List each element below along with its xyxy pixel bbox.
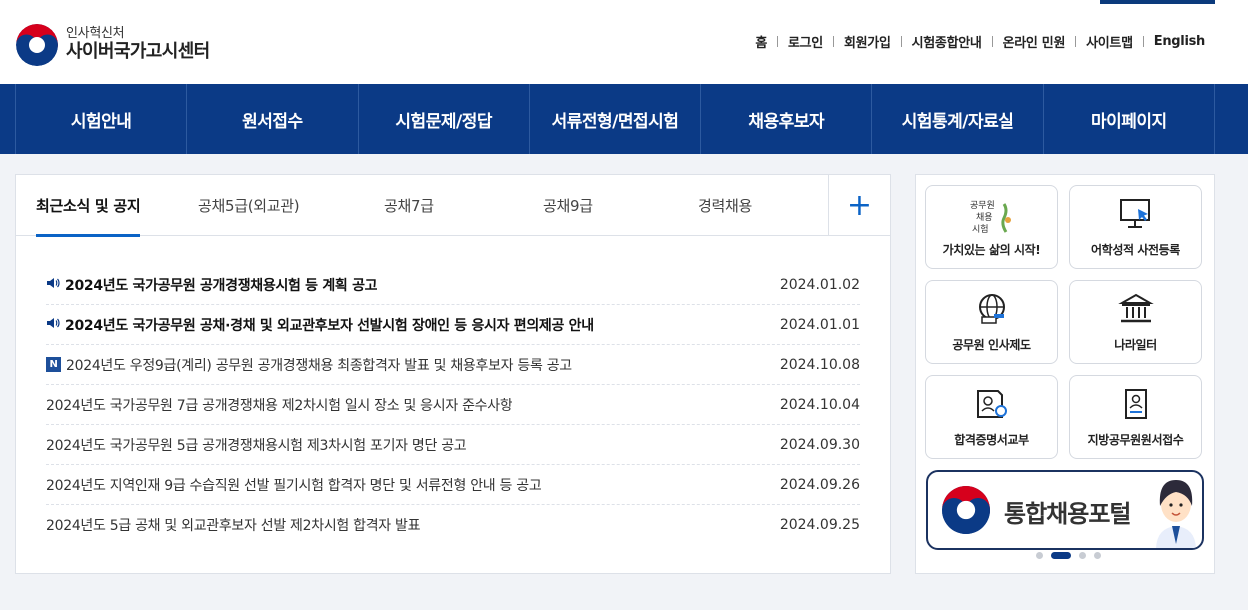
quick-links-panel: 공무원 채용 시험 가치있는 삶의 시작! 어학성적 사전등록 공무원 인사제도… bbox=[915, 174, 1215, 574]
main-nav: 시험안내 원서접수 시험문제/정답 서류전형/면접시험 채용후보자 시험통계/자… bbox=[0, 84, 1248, 154]
person-illustration-icon bbox=[1150, 472, 1202, 548]
util-exam-guide-link[interactable]: 시험종합안내 bbox=[912, 32, 982, 51]
nav-mypage[interactable]: 마이페이지 bbox=[1044, 84, 1215, 154]
document-person-icon bbox=[1116, 386, 1156, 422]
site-logo[interactable]: 인사혁신처 사이버국가고시센터 bbox=[16, 24, 210, 66]
nav-exam-info[interactable]: 시험안내 bbox=[16, 84, 188, 154]
nav-exam-questions[interactable]: 시험문제/정답 bbox=[359, 84, 530, 154]
tab-recent-news[interactable]: 최근소식 및 공지 bbox=[36, 175, 141, 237]
more-button[interactable]: + bbox=[828, 175, 890, 236]
header-accent-bar bbox=[1100, 0, 1215, 4]
util-login-link[interactable]: 로그인 bbox=[788, 32, 823, 51]
pagination-dot[interactable] bbox=[1079, 552, 1086, 559]
quick-link-label: 합격증명서교부 bbox=[954, 433, 1029, 447]
speaker-icon bbox=[46, 317, 62, 332]
notice-date: 2024.01.02 bbox=[779, 276, 860, 293]
list-item[interactable]: 2024년도 국가공무원 5급 공개경쟁채용시험 제3차시험 포기자 명단 공고… bbox=[46, 425, 860, 465]
notice-title: 2024년도 국가공무원 7급 공개경쟁채용 제2차시험 일시 장소 및 응시자… bbox=[46, 397, 513, 414]
logo-subtitle: 인사혁신처 bbox=[66, 26, 125, 42]
new-badge-icon: N bbox=[46, 357, 61, 372]
notice-tabs: 최근소식 및 공지 공채5급(외교관) 공채7급 공채9급 경력채용 + bbox=[16, 175, 890, 237]
banner-pagination bbox=[1032, 552, 1105, 559]
quick-link-civil-exam[interactable]: 공무원 채용 시험 가치있는 삶의 시작! bbox=[925, 185, 1058, 269]
integrated-recruitment-banner[interactable]: 통합채용포털 bbox=[926, 470, 1204, 550]
globe-gavel-icon bbox=[972, 291, 1012, 327]
tab-grade5-diplomat[interactable]: 공채5급(외교관) bbox=[198, 175, 300, 236]
util-signup-link[interactable]: 회원가입 bbox=[844, 32, 891, 51]
nav-candidates[interactable]: 채용후보자 bbox=[701, 84, 873, 154]
monitor-cursor-icon bbox=[1116, 196, 1156, 232]
pagination-dot[interactable] bbox=[1036, 552, 1043, 559]
plus-icon: + bbox=[846, 187, 873, 223]
divider bbox=[832, 36, 834, 47]
divider bbox=[776, 36, 778, 47]
divider bbox=[1142, 36, 1144, 47]
government-building-icon bbox=[1116, 291, 1156, 327]
notice-date: 2024.09.25 bbox=[779, 517, 860, 533]
quick-link-language-score[interactable]: 어학성적 사전등록 bbox=[1069, 185, 1202, 269]
notice-date: 2024.10.04 bbox=[779, 396, 860, 413]
nav-statistics[interactable]: 시험통계/자료실 bbox=[872, 84, 1044, 154]
notice-date: 2024.09.26 bbox=[779, 476, 860, 493]
taegeuk-logo-icon bbox=[942, 486, 990, 538]
utility-nav: 홈 로그인 회원가입 시험종합안내 온라인 민원 사이트맵 English bbox=[755, 32, 1205, 51]
list-item[interactable]: 2024년도 국가공무원 공개경쟁채용시험 등 계획 공고 2024.01.02 bbox=[46, 265, 860, 305]
util-home-link[interactable]: 홈 bbox=[755, 32, 767, 51]
logo-title: 사이버국가고시센터 bbox=[66, 41, 210, 63]
quick-link-label: 가치있는 삶의 시작! bbox=[942, 243, 1041, 257]
divider bbox=[1075, 36, 1077, 47]
pagination-dot[interactable] bbox=[1094, 552, 1101, 559]
pagination-dot-active[interactable] bbox=[1051, 552, 1071, 559]
notice-title: 2024년도 국가공무원 공채·경채 및 외교관후보자 선발시험 장애인 등 응… bbox=[65, 317, 594, 334]
taegeuk-logo-icon bbox=[16, 24, 58, 66]
notice-date: 2024.09.30 bbox=[779, 436, 860, 453]
divider bbox=[900, 36, 902, 47]
notice-title: 2024년도 5급 공채 및 외교관후보자 선발 제2차시험 합격자 발표 bbox=[46, 518, 421, 534]
notice-list: 2024년도 국가공무원 공개경쟁채용시험 등 계획 공고 2024.01.02… bbox=[46, 265, 860, 545]
tab-career[interactable]: 경력채용 bbox=[698, 175, 752, 236]
nav-document-interview[interactable]: 서류전형/면접시험 bbox=[530, 84, 702, 154]
list-item[interactable]: N 2024년도 우정9급(계리) 공무원 공개경쟁채용 최종합격자 발표 및 채… bbox=[46, 345, 860, 385]
quick-link-local-application[interactable]: 지방공무원원서접수 bbox=[1069, 375, 1202, 459]
svg-text:시험: 시험 bbox=[972, 224, 989, 235]
list-item[interactable]: 2024년도 국가공무원 공채·경채 및 외교관후보자 선발시험 장애인 등 응… bbox=[46, 305, 860, 345]
notice-title: 2024년도 국가공무원 공개경쟁채용시험 등 계획 공고 bbox=[65, 277, 378, 294]
divider bbox=[991, 36, 993, 47]
site-header: 인사혁신처 사이버국가고시센터 홈 로그인 회원가입 시험종합안내 온라인 민원… bbox=[0, 0, 1248, 84]
quick-link-label: 어학성적 사전등록 bbox=[1091, 243, 1180, 257]
quick-link-label: 나라일터 bbox=[1114, 338, 1157, 352]
speaker-icon bbox=[46, 277, 62, 292]
certificate-icon bbox=[972, 386, 1012, 422]
nav-application[interactable]: 원서접수 bbox=[187, 84, 359, 154]
svg-text:공무원: 공무원 bbox=[970, 200, 995, 211]
util-english-link[interactable]: English bbox=[1154, 34, 1206, 49]
list-item[interactable]: 2024년도 지역인재 9급 수습직원 선발 필기시험 합격자 명단 및 서류전… bbox=[46, 465, 860, 505]
quick-link-hr-system[interactable]: 공무원 인사제도 bbox=[925, 280, 1058, 364]
quick-link-narailter[interactable]: 나라일터 bbox=[1069, 280, 1202, 364]
civil-service-exam-icon: 공무원 채용 시험 bbox=[962, 196, 1022, 236]
quick-link-label: 공무원 인사제도 bbox=[952, 338, 1031, 352]
quick-link-certificate[interactable]: 합격증명서교부 bbox=[925, 375, 1058, 459]
util-sitemap-link[interactable]: 사이트맵 bbox=[1086, 32, 1133, 51]
list-item[interactable]: 2024년도 국가공무원 7급 공개경쟁채용 제2차시험 일시 장소 및 응시자… bbox=[46, 385, 860, 425]
notice-title: 2024년도 우정9급(계리) 공무원 공개경쟁채용 최종합격자 발표 및 채용… bbox=[66, 357, 572, 374]
util-online-civil-link[interactable]: 온라인 민원 bbox=[1003, 32, 1066, 51]
notice-date: 2024.01.01 bbox=[779, 316, 860, 333]
list-item[interactable]: 2024년도 5급 공채 및 외교관후보자 선발 제2차시험 합격자 발표 20… bbox=[46, 505, 860, 545]
tab-grade9[interactable]: 공채9급 bbox=[543, 175, 593, 236]
tab-grade7[interactable]: 공채7급 bbox=[384, 175, 434, 236]
notice-title: 2024년도 국가공무원 5급 공개경쟁채용시험 제3차시험 포기자 명단 공고 bbox=[46, 437, 467, 454]
notice-title: 2024년도 지역인재 9급 수습직원 선발 필기시험 합격자 명단 및 서류전… bbox=[46, 477, 542, 494]
notice-date: 2024.10.08 bbox=[779, 356, 860, 373]
svg-text:채용: 채용 bbox=[976, 212, 993, 223]
quick-link-label: 지방공무원원서접수 bbox=[1087, 433, 1184, 447]
notice-panel: 최근소식 및 공지 공채5급(외교관) 공채7급 공채9급 경력채용 + 202… bbox=[15, 174, 891, 574]
banner-title: 통합채용포털 bbox=[1004, 500, 1131, 528]
